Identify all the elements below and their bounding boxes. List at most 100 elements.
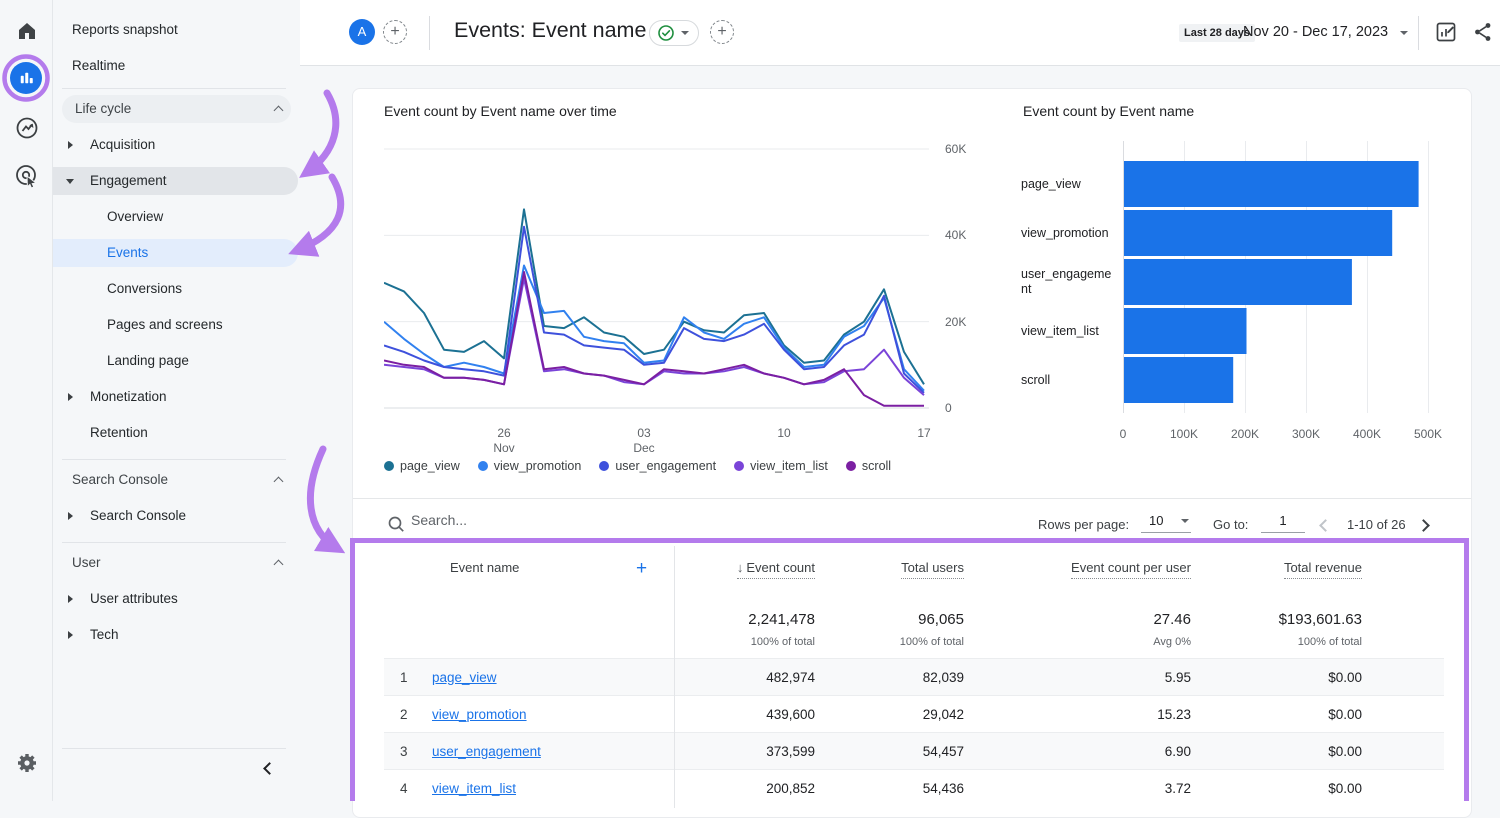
table-row[interactable]: 2 view_promotion 439,600 29,042 15.23 $0… bbox=[384, 695, 1444, 732]
column-header-event-count[interactable]: ↓Event count bbox=[674, 546, 815, 601]
sidebar-section-life-cycle[interactable]: Life cycle bbox=[62, 95, 291, 123]
reports-icon[interactable] bbox=[10, 62, 42, 94]
x-axis-tick: 500K bbox=[1414, 427, 1442, 442]
sidebar-item-reports-snapshot[interactable]: Reports snapshot bbox=[53, 16, 298, 44]
home-icon[interactable] bbox=[13, 17, 41, 45]
sidebar-item-label: Pages and screens bbox=[107, 311, 223, 339]
add-report-button[interactable]: + bbox=[710, 20, 734, 44]
table-row[interactable]: 3 user_engagement 373,599 54,457 6.90 $0… bbox=[384, 732, 1444, 769]
sidebar-item-user-attributes[interactable]: User attributes bbox=[53, 585, 298, 613]
sidebar-item-label: Monetization bbox=[90, 383, 167, 411]
header-divider bbox=[1418, 16, 1419, 50]
table-totals-row: 2,241,478 100% of total 96,065 100% of t… bbox=[384, 601, 1444, 658]
customize-report-icon[interactable] bbox=[1434, 20, 1458, 44]
add-comparison-button[interactable]: + bbox=[383, 20, 407, 44]
previous-page-chevron-icon[interactable] bbox=[1319, 519, 1332, 532]
table-row[interactable]: 4 view_item_list 200,852 54,436 3.72 $0.… bbox=[384, 769, 1444, 806]
column-header-total-users[interactable]: Total users bbox=[815, 546, 964, 601]
sidebar-item-acquisition[interactable]: Acquisition bbox=[53, 131, 298, 159]
column-header-event-count-per-user[interactable]: Event count per user bbox=[964, 546, 1191, 601]
event-name-link[interactable]: page_view bbox=[432, 670, 497, 685]
sidebar-item-label: Realtime bbox=[72, 52, 125, 80]
table-row[interactable]: 1 page_view 482,974 82,039 5.95 $0.00 bbox=[384, 658, 1444, 695]
line-chart-title: Event count by Event name over time bbox=[384, 103, 617, 119]
bar-chart bbox=[1123, 141, 1433, 413]
sidebar-item-tech[interactable]: Tech bbox=[53, 621, 298, 649]
sidebar-section-search-console[interactable]: Search Console bbox=[53, 466, 298, 494]
column-header-label: Event name bbox=[450, 560, 519, 575]
legend-item-user-engagement[interactable]: user_engagement bbox=[599, 459, 716, 473]
sidebar-item-overview[interactable]: Overview bbox=[53, 203, 298, 231]
sidebar-item-monetization[interactable]: Monetization bbox=[53, 383, 298, 411]
revenue-cell: $0.00 bbox=[1191, 744, 1362, 759]
row-index: 1 bbox=[384, 670, 432, 685]
per-user-cell: 3.72 bbox=[964, 781, 1191, 796]
sidebar-item-label: Reports snapshot bbox=[72, 16, 178, 44]
search-input[interactable] bbox=[411, 512, 711, 528]
date-range-selector[interactable]: Nov 20 - Dec 17, 2023 bbox=[1243, 24, 1388, 40]
sidebar-item-label: Overview bbox=[107, 203, 163, 231]
event-count-cell: 439,600 bbox=[674, 707, 815, 722]
column-header-label: Event count per user bbox=[1071, 560, 1191, 579]
sidebar-item-engagement[interactable]: Engagement bbox=[53, 167, 298, 195]
legend-label: user_engagement bbox=[615, 459, 716, 473]
settings-gear-icon[interactable] bbox=[13, 749, 41, 777]
goto-page-input[interactable] bbox=[1261, 513, 1305, 533]
advertising-icon[interactable] bbox=[13, 162, 41, 190]
report-status-button[interactable] bbox=[649, 20, 699, 46]
column-header-total-revenue[interactable]: Total revenue bbox=[1191, 546, 1362, 601]
per-user-cell: 15.23 bbox=[964, 707, 1191, 722]
next-page-chevron-icon[interactable] bbox=[1417, 519, 1430, 532]
sidebar-item-conversions[interactable]: Conversions bbox=[53, 275, 298, 303]
column-header-event-name[interactable]: Event name + bbox=[384, 546, 674, 601]
totals-event-count-per-user: 27.46 Avg 0% bbox=[964, 611, 1191, 658]
event-count-cell: 482,974 bbox=[674, 670, 815, 685]
event-name-link[interactable]: view_item_list bbox=[432, 781, 516, 796]
revenue-cell: $0.00 bbox=[1191, 707, 1362, 722]
avatar[interactable]: A bbox=[349, 19, 375, 45]
total-users-cell: 82,039 bbox=[815, 670, 964, 685]
bar-view_item_list bbox=[1124, 308, 1247, 354]
bar-chart-title: Event count by Event name bbox=[1023, 103, 1194, 119]
add-column-button[interactable]: + bbox=[636, 558, 647, 580]
sidebar-item-retention[interactable]: Retention bbox=[53, 419, 298, 447]
event-name-link[interactable]: user_engagement bbox=[432, 744, 541, 759]
bar-category-label: user_engagement bbox=[1021, 259, 1118, 305]
card-divider bbox=[353, 498, 1471, 499]
sidebar-section-user[interactable]: User bbox=[53, 549, 298, 577]
sidebar-item-realtime[interactable]: Realtime bbox=[53, 52, 298, 80]
per-user-cell: 5.95 bbox=[964, 670, 1191, 685]
sidebar-item-landing-page[interactable]: Landing page bbox=[53, 347, 298, 375]
chart-legend: page_view view_promotion user_engagement… bbox=[384, 459, 891, 473]
table-column-divider bbox=[674, 546, 675, 808]
sidebar-item-label: Events bbox=[107, 239, 148, 267]
rows-per-page-select[interactable]: 10 bbox=[1141, 513, 1191, 533]
legend-item-view-item-list[interactable]: view_item_list bbox=[734, 459, 828, 473]
revenue-cell: $0.00 bbox=[1191, 781, 1362, 796]
row-index: 2 bbox=[384, 707, 432, 722]
app-rail bbox=[0, 0, 53, 801]
bar-page_view bbox=[1124, 161, 1419, 207]
sidebar-item-label: Retention bbox=[90, 419, 148, 447]
expand-triangle-icon bbox=[68, 141, 73, 149]
bar-category-label: view_item_list bbox=[1021, 308, 1118, 354]
legend-label: scroll bbox=[862, 459, 891, 473]
sidebar-item-events[interactable]: Events bbox=[53, 239, 298, 267]
section-label: Life cycle bbox=[75, 95, 131, 123]
y-axis-tick: 40K bbox=[945, 228, 966, 242]
collapse-sidebar-chevron-icon[interactable] bbox=[263, 762, 276, 775]
legend-item-page-view[interactable]: page_view bbox=[384, 459, 460, 473]
sidebar-item-label: Conversions bbox=[107, 275, 182, 303]
sidebar-item-pages-and-screens[interactable]: Pages and screens bbox=[53, 311, 298, 339]
rows-per-page-label: Rows per page: bbox=[1038, 517, 1129, 532]
bar-scroll bbox=[1124, 357, 1233, 403]
event-name-link[interactable]: view_promotion bbox=[432, 707, 527, 722]
explore-icon[interactable] bbox=[13, 114, 41, 142]
y-axis-tick: 20K bbox=[945, 315, 966, 329]
x-axis-tick: 0 bbox=[1120, 427, 1127, 442]
legend-item-scroll[interactable]: scroll bbox=[846, 459, 891, 473]
share-icon[interactable] bbox=[1472, 20, 1496, 44]
section-label: User bbox=[72, 549, 101, 577]
legend-item-view-promotion[interactable]: view_promotion bbox=[478, 459, 582, 473]
sidebar-item-search-console[interactable]: Search Console bbox=[53, 502, 298, 530]
